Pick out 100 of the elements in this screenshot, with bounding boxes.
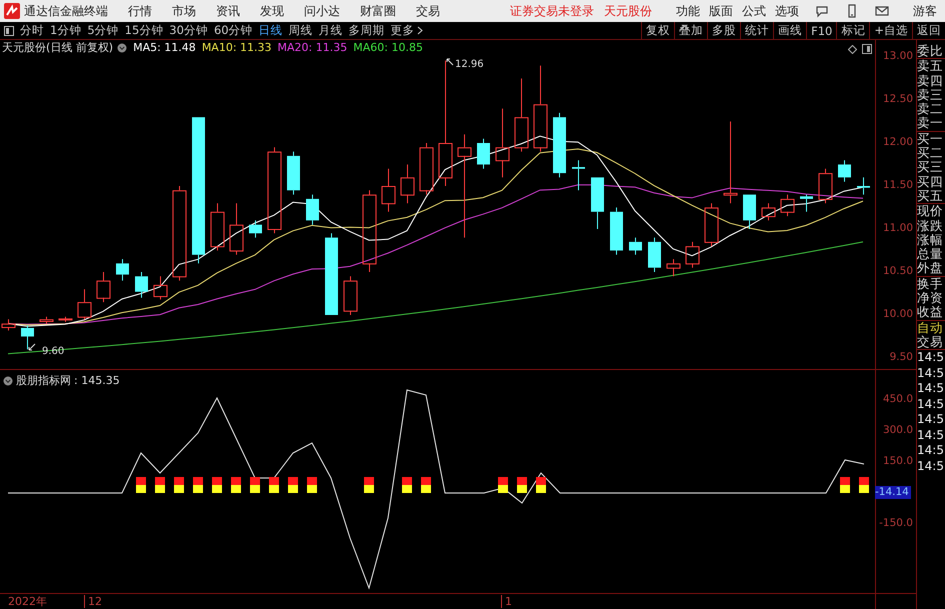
field-label: 自动 — [917, 320, 944, 335]
signal-marker — [212, 477, 222, 493]
pointer-arrow — [28, 343, 36, 351]
diamond-icon[interactable] — [848, 45, 857, 54]
period-tab[interactable]: 多周期 — [348, 23, 385, 38]
candlestick — [2, 318, 16, 331]
menu-item[interactable]: 交易 — [416, 2, 440, 20]
time-label: 14:5 — [917, 443, 945, 459]
candlestick — [686, 241, 700, 268]
candlestick — [116, 258, 129, 282]
time-label: 14:5 — [917, 458, 945, 474]
field-label: 卖二 — [917, 102, 944, 116]
signal-marker — [288, 477, 298, 493]
menu-item[interactable]: 财富圈 — [360, 2, 396, 20]
period-tab[interactable]: 日线 — [258, 23, 283, 38]
candlestick — [420, 142, 434, 196]
candlestick — [591, 176, 604, 230]
menu-item[interactable]: 发现 — [260, 2, 284, 20]
period-tab[interactable]: 分时 — [20, 23, 44, 38]
date-label: 1 — [501, 595, 512, 608]
signal-marker — [174, 477, 184, 493]
signal-marker — [136, 477, 146, 493]
price-tick: 11.50 — [882, 179, 913, 191]
panel-toggle-icon[interactable] — [4, 26, 14, 36]
candlestick — [629, 237, 642, 256]
candlestick — [230, 202, 244, 256]
period-tab[interactable]: 5分钟 — [87, 23, 119, 38]
period-tab[interactable]: 月线 — [318, 23, 343, 38]
menu-item[interactable]: 功能 — [676, 2, 700, 20]
signal-marker — [536, 477, 546, 493]
time-label: 14:5 — [917, 381, 945, 397]
price-tick: 10.50 — [882, 265, 913, 277]
more-button[interactable]: 更多 — [390, 23, 423, 38]
menu-item[interactable]: 公式 — [742, 2, 766, 20]
signal-marker — [269, 477, 279, 493]
candlestick — [154, 276, 168, 300]
menu-item[interactable]: 资讯 — [216, 2, 240, 20]
ma-value: MA20: 11.35 — [278, 41, 348, 54]
pointer-arrow — [446, 58, 454, 66]
period-tab[interactable]: 周线 — [288, 23, 313, 38]
field-label: 总量 — [917, 247, 944, 262]
price-tick: 11.00 — [882, 222, 913, 234]
field-label: 买一 — [917, 132, 944, 146]
period-tab[interactable]: 1分钟 — [50, 23, 82, 38]
notice-text[interactable]: 天元股份 — [604, 2, 652, 20]
candlestick — [780, 194, 794, 217]
candlestick — [287, 151, 300, 196]
candlestick — [96, 272, 110, 303]
price-tick: 10.00 — [882, 308, 913, 320]
candlestick — [800, 194, 813, 212]
candlestick — [78, 288, 92, 320]
field-label: 净资 — [917, 291, 944, 306]
candlestick — [610, 207, 623, 256]
candlestick — [818, 168, 832, 204]
time-label: 14:5 — [917, 366, 945, 382]
signal-marker — [250, 477, 260, 493]
signal-marker — [859, 477, 869, 493]
signal-marker — [231, 477, 241, 493]
signal-marker — [517, 477, 527, 493]
period-tab[interactable]: 30分钟 — [169, 23, 208, 38]
chat-bubble-icon[interactable] — [815, 4, 829, 18]
candlestick — [477, 138, 490, 170]
menu-item[interactable]: 选项 — [775, 2, 799, 20]
notice-text[interactable]: 证券交易未登录 — [510, 2, 594, 20]
candlestick — [666, 258, 680, 277]
candlestick — [40, 316, 54, 324]
envelope-icon[interactable] — [875, 4, 889, 18]
menu-item[interactable]: 问小达 — [304, 2, 340, 20]
chevron-icon — [416, 26, 423, 35]
field-label: 换手 — [917, 276, 944, 292]
price-tick: 12.00 — [882, 136, 913, 148]
candlestick — [704, 202, 718, 247]
date-label: 12 — [84, 595, 501, 608]
signal-marker — [307, 477, 317, 493]
indicator-tick: 150.0 — [882, 455, 913, 467]
ma-value: MA10: 11.33 — [202, 41, 272, 54]
panel-toggle-icon[interactable] — [862, 44, 872, 54]
field-label: 现价 — [917, 204, 944, 219]
app-title: 通达信金融终端 — [24, 2, 108, 20]
menu-item[interactable]: 行情 — [128, 2, 152, 20]
period-tab[interactable]: 15分钟 — [124, 23, 164, 38]
time-label: 14:5 — [917, 412, 945, 428]
period-tab[interactable]: 60分钟 — [214, 23, 253, 38]
menu-item[interactable]: 版面 — [709, 2, 733, 20]
indicator-value: : 145.35 — [74, 374, 120, 387]
field-label: 卖三 — [917, 88, 944, 102]
signal-marker — [498, 477, 508, 493]
signal-marker — [840, 477, 850, 493]
menu-item[interactable]: 市场 — [172, 2, 196, 20]
field-label: 卖四 — [917, 74, 944, 88]
field-label: 买三 — [917, 160, 944, 175]
field-label: 买四 — [917, 174, 944, 189]
candlestick — [496, 108, 510, 178]
candlestick — [210, 202, 224, 251]
field-label: 涨幅 — [917, 232, 944, 248]
price-tick: 13.00 — [882, 50, 913, 62]
collapse-icon — [117, 42, 128, 52]
signal-marker — [421, 477, 431, 493]
user-label[interactable]: 游客 — [913, 2, 937, 20]
candlestick — [572, 160, 585, 191]
